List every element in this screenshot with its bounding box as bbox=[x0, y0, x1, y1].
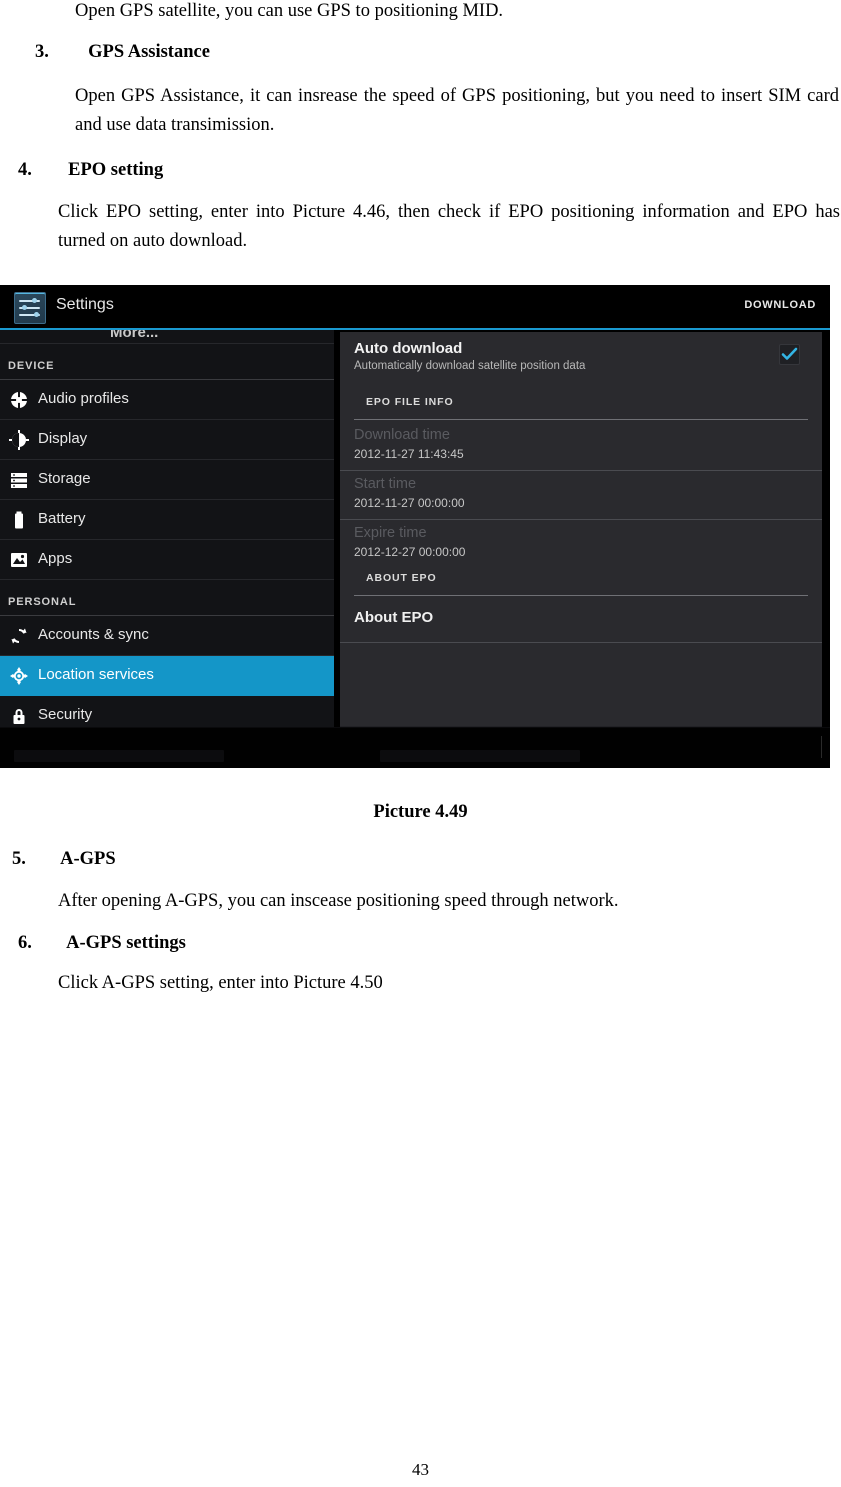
section-5-title: A-GPS bbox=[60, 849, 116, 869]
section-5-body: After opening A-GPS, you can inscease po… bbox=[58, 891, 619, 911]
sidebar-item-label: Security bbox=[38, 706, 93, 723]
sidebar-item-more[interactable]: More... bbox=[0, 330, 334, 344]
about-epo-label: About EPO bbox=[354, 609, 434, 626]
section-label: ABOUT EPO bbox=[366, 572, 437, 584]
location-target-icon bbox=[9, 666, 29, 686]
audio-profiles-icon bbox=[9, 390, 29, 410]
system-navigation-bar[interactable] bbox=[0, 727, 830, 768]
sidebar-item-battery[interactable]: Battery bbox=[0, 500, 334, 540]
info-key: Download time bbox=[354, 427, 450, 443]
section-4-number: 4. bbox=[18, 160, 32, 180]
nav-ghost-left bbox=[14, 750, 224, 762]
section-label: EPO FILE INFO bbox=[366, 396, 454, 408]
sidebar-item-location-services[interactable]: Location services bbox=[0, 656, 334, 696]
sidebar-item-storage[interactable]: Storage bbox=[0, 460, 334, 500]
download-button[interactable]: DOWNLOAD bbox=[744, 299, 816, 311]
section-6-title: A-GPS settings bbox=[66, 933, 186, 953]
section-5-heading: 5. A-GPS bbox=[12, 845, 116, 873]
info-value: 2012-11-27 00:00:00 bbox=[354, 496, 465, 510]
sidebar-item-display[interactable]: Display bbox=[0, 420, 334, 460]
divider bbox=[354, 595, 808, 596]
sidebar-item-label: Battery bbox=[38, 510, 86, 527]
section-6-body: Click A-GPS setting, enter into Picture … bbox=[58, 973, 383, 993]
figure-caption: Picture 4.49 bbox=[373, 802, 468, 822]
sidebar-item-label: Accounts & sync bbox=[38, 626, 149, 643]
checkmark-icon bbox=[781, 347, 798, 360]
info-row-expire-time: Expire time 2012-12-27 00:00:00 bbox=[340, 520, 822, 568]
sidebar-item-label: Display bbox=[38, 430, 88, 447]
info-row-start-time: Start time 2012-11-27 00:00:00 bbox=[340, 471, 822, 520]
sidebar-item-label: More... bbox=[110, 330, 159, 341]
sidebar-item-label: Apps bbox=[38, 550, 73, 567]
section-3-title: GPS Assistance bbox=[88, 42, 210, 62]
auto-download-row[interactable]: Auto download Automatically download sat… bbox=[340, 332, 822, 384]
storage-icon bbox=[9, 470, 29, 490]
sidebar-section-device: DEVICE bbox=[0, 344, 334, 380]
battery-icon bbox=[9, 510, 29, 530]
sidebar-item-audio-profiles[interactable]: Audio profiles bbox=[0, 380, 334, 420]
sidebar-item-label: Location services bbox=[38, 666, 154, 683]
section-epo-file-info: EPO FILE INFO bbox=[340, 394, 822, 422]
divider bbox=[354, 419, 808, 420]
section-4-body: Click EPO setting, enter into Picture 4.… bbox=[58, 202, 840, 251]
section-about-epo: ABOUT EPO bbox=[340, 570, 822, 598]
sidebar-item-label: Audio profiles bbox=[38, 390, 129, 407]
section-3-body: Open GPS Assistance, it can insrease the… bbox=[75, 86, 839, 135]
apps-icon bbox=[9, 550, 29, 570]
info-value: 2012-11-27 11:43:45 bbox=[354, 447, 464, 461]
section-3-heading: 3. GPS Assistance bbox=[35, 38, 210, 66]
section-4-heading: 4. EPO setting bbox=[18, 156, 163, 184]
about-epo-row[interactable]: About EPO bbox=[340, 598, 822, 643]
sidebar-item-security[interactable]: Security bbox=[0, 696, 334, 728]
display-brightness-icon bbox=[9, 430, 29, 450]
info-key: Expire time bbox=[354, 525, 427, 541]
settings-sidebar[interactable]: More... DEVICE Audio profiles Display St… bbox=[0, 330, 334, 728]
app-title: Settings bbox=[56, 296, 114, 313]
lock-icon bbox=[9, 706, 29, 726]
nav-ghost-mid bbox=[380, 750, 580, 762]
section-5-number: 5. bbox=[12, 849, 26, 869]
action-bar: Settings DOWNLOAD bbox=[0, 285, 830, 330]
sidebar-section-personal: PERSONAL bbox=[0, 580, 334, 616]
sync-icon bbox=[9, 626, 29, 646]
sidebar-item-apps[interactable]: Apps bbox=[0, 540, 334, 580]
section-6-heading: 6. A-GPS settings bbox=[18, 929, 186, 957]
page-number: 43 bbox=[412, 1460, 429, 1479]
auto-download-summary: Automatically download satellite positio… bbox=[354, 360, 586, 372]
section-6-number: 6. bbox=[18, 933, 32, 953]
epo-settings-panel: Auto download Automatically download sat… bbox=[340, 332, 822, 726]
auto-download-checkbox[interactable] bbox=[779, 344, 800, 365]
section-3-number: 3. bbox=[35, 42, 49, 62]
auto-download-title: Auto download bbox=[354, 340, 463, 357]
settings-sliders-icon bbox=[14, 292, 46, 324]
sidebar-item-accounts-sync[interactable]: Accounts & sync bbox=[0, 616, 334, 656]
info-row-download-time: Download time 2012-11-27 11:43:45 bbox=[340, 422, 822, 471]
sidebar-section-label: DEVICE bbox=[8, 360, 55, 372]
section-4-title: EPO setting bbox=[68, 160, 164, 180]
intro-line: Open GPS satellite, you can use GPS to p… bbox=[75, 1, 504, 21]
info-value: 2012-12-27 00:00:00 bbox=[354, 545, 466, 559]
sidebar-section-label: PERSONAL bbox=[8, 596, 77, 608]
android-settings-screenshot: Settings DOWNLOAD More... DEVICE Audio p… bbox=[0, 285, 830, 768]
sidebar-item-label: Storage bbox=[38, 470, 91, 487]
nav-tick bbox=[821, 736, 822, 758]
info-key: Start time bbox=[354, 476, 417, 492]
